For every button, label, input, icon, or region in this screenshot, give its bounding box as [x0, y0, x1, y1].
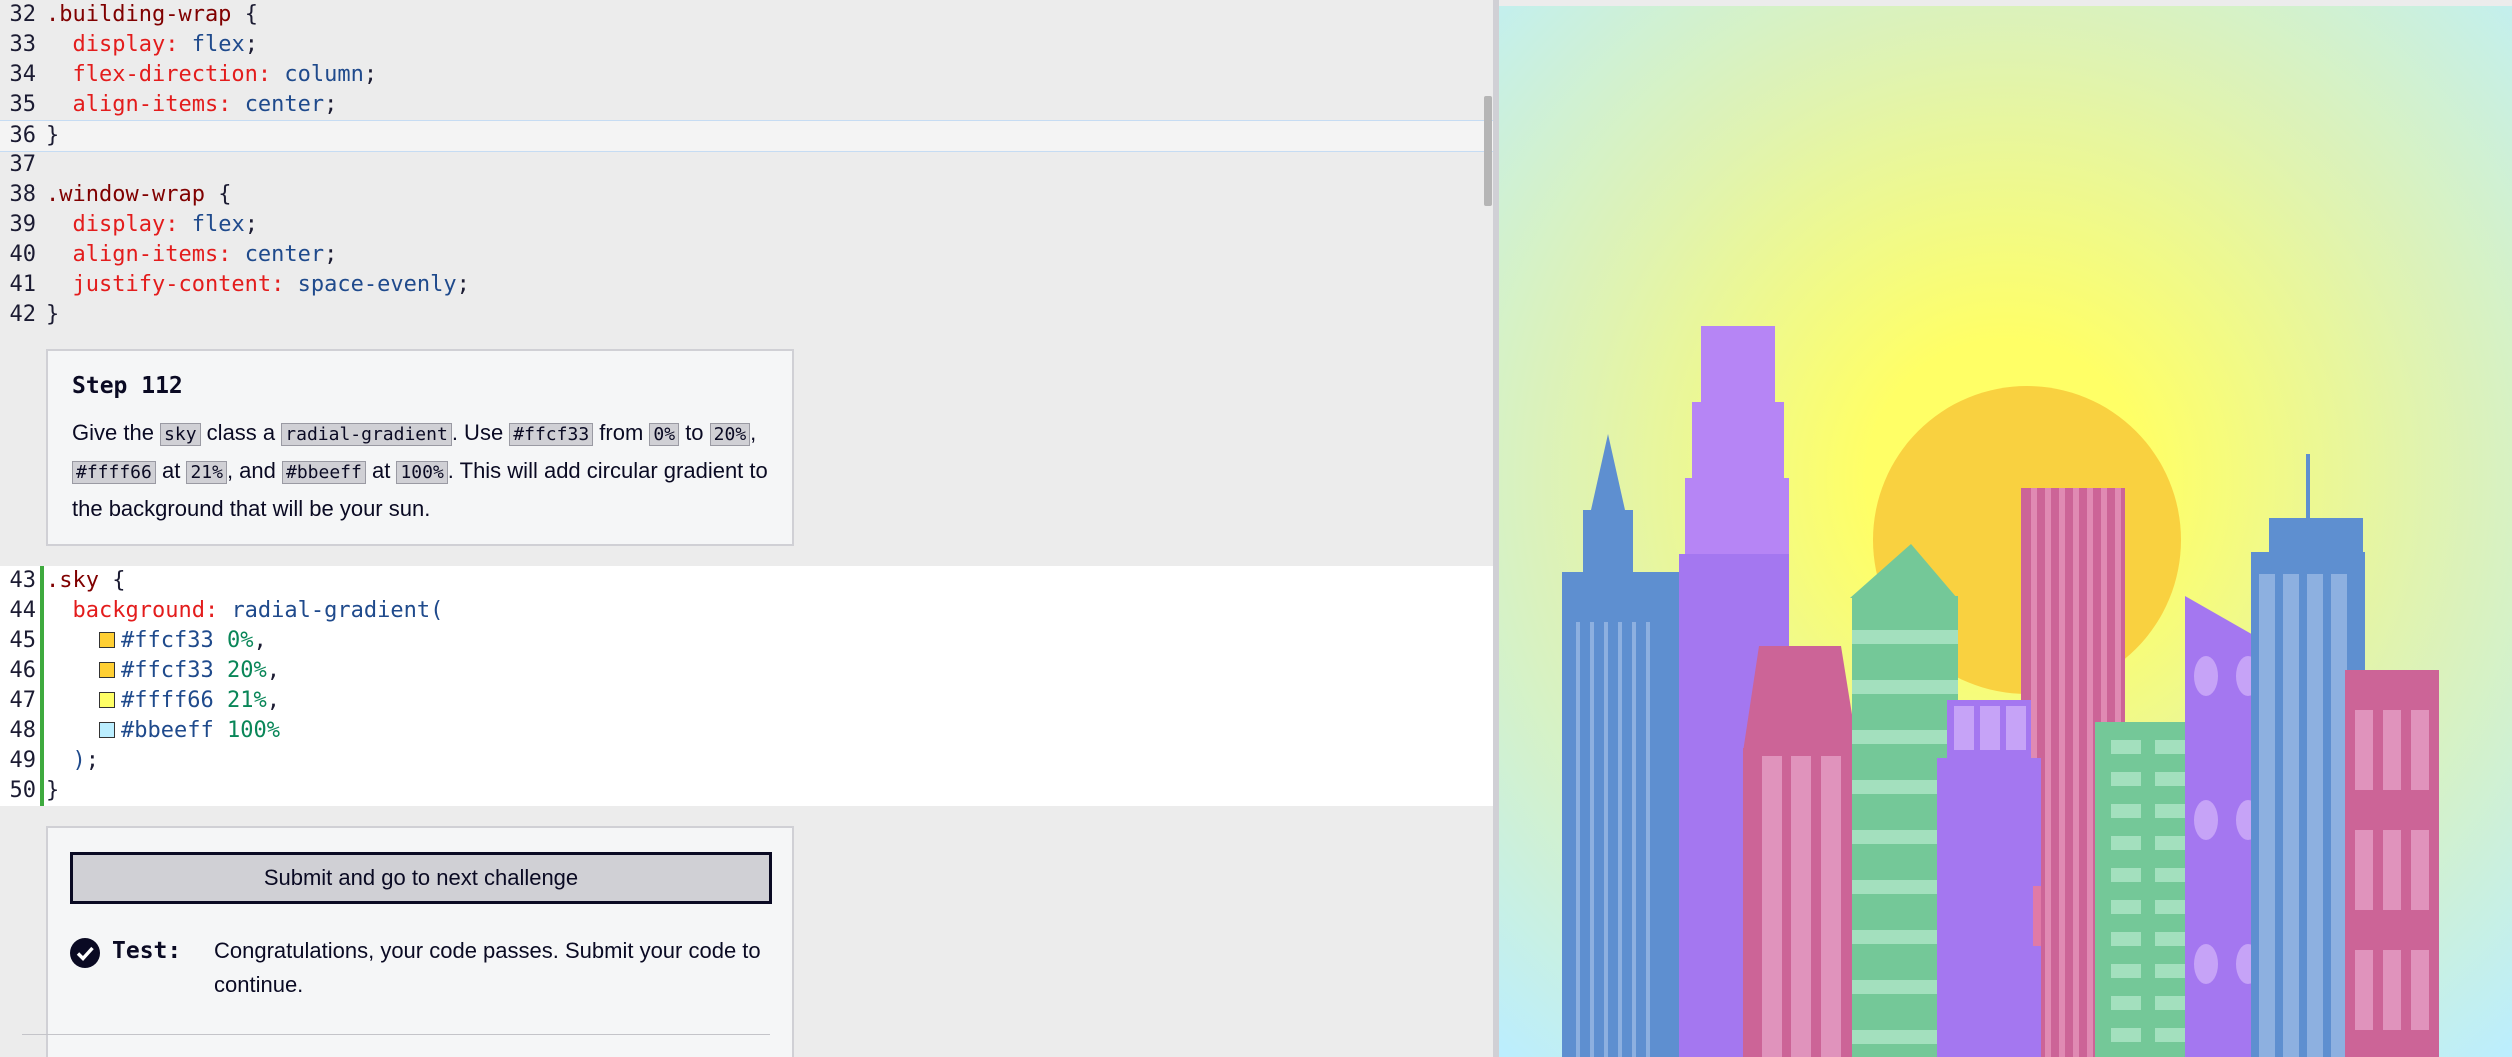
line-number: 37 [9, 152, 37, 177]
code-text[interactable]: #ffff66 21%, [46, 686, 280, 716]
code-line[interactable]: 35 align-items: center; [0, 90, 1493, 120]
antenna [2306, 454, 2310, 526]
inline-code: 100% [396, 461, 448, 484]
color-swatch-icon [98, 692, 115, 708]
line-number: 41 [9, 272, 37, 297]
pink-building-roof [1743, 646, 1858, 752]
code-text[interactable]: #ffcf33 20%, [46, 656, 280, 686]
code-line[interactable]: 47 #ffff66 21%, [0, 686, 1493, 716]
test-panel: Submit and go to next challenge Test: Co… [46, 826, 794, 1057]
code-line[interactable]: 43 .sky { [0, 566, 1493, 596]
step-description: Give the sky class a radial-gradient. Us… [72, 420, 768, 521]
inline-code: radial-gradient [281, 423, 452, 446]
spire-tower-top [1583, 510, 1633, 580]
preview-pane [1499, 6, 2512, 1057]
color-swatch-icon [98, 722, 115, 738]
line-number: 35 [9, 92, 37, 117]
code-text[interactable]: .building-wrap { [46, 0, 258, 30]
inline-code: 20% [709, 423, 751, 446]
code-line[interactable]: 42} [0, 300, 1493, 330]
line-number: 32 [9, 2, 37, 27]
line-number: 42 [9, 302, 37, 327]
line-number: 36 [9, 123, 37, 148]
code-text[interactable]: align-items: center; [46, 90, 337, 120]
code-line[interactable]: 50} [0, 776, 1493, 806]
code-text[interactable]: flex-direction: column; [46, 60, 377, 90]
city-skyline [1562, 326, 2439, 1057]
line-number: 33 [9, 32, 37, 57]
color-swatch-icon [98, 662, 115, 678]
code-text[interactable]: background: radial-gradient( [46, 596, 443, 626]
inline-code: #ffcf33 [509, 423, 594, 446]
line-number: 50 [9, 778, 37, 803]
line-number: 44 [9, 598, 37, 623]
inline-code: sky [160, 423, 201, 446]
check-circle-icon [70, 938, 100, 968]
purple-tower-top [1701, 326, 1775, 406]
code-line[interactable]: 37 [0, 150, 1493, 180]
code-line[interactable]: 32 .building-wrap { [0, 0, 1493, 30]
step-description-panel: Step 112 Give the sky class a radial-gra… [46, 349, 794, 546]
line-number: 39 [9, 212, 37, 237]
line-number: 47 [9, 688, 37, 713]
inline-code: #bbeeff [282, 461, 366, 484]
code-text[interactable]: display: flex; [46, 210, 257, 240]
code-text[interactable]: display: flex; [46, 30, 257, 60]
code-text[interactable]: } [46, 300, 59, 330]
code-line[interactable]: 46 #ffcf33 20%, [0, 656, 1493, 686]
line-number: 46 [9, 658, 37, 683]
line-number: 49 [9, 748, 37, 773]
code-line[interactable]: 33 display: flex; [0, 30, 1493, 60]
line-number: 40 [9, 242, 37, 267]
code-text[interactable]: } [46, 121, 59, 151]
line-number: 38 [9, 182, 37, 207]
editor-scrollbar[interactable] [1484, 96, 1492, 206]
submit-button[interactable]: Submit and go to next challenge [70, 852, 772, 904]
code-line[interactable]: 40 align-items: center; [0, 240, 1493, 270]
step-title: Step 112 [72, 373, 183, 399]
code-text[interactable]: justify-content: space-evenly; [46, 270, 469, 300]
test-message: Congratulations, your code passes. Submi… [214, 938, 761, 997]
line-number: 34 [9, 62, 37, 87]
code-text[interactable]: .window-wrap { [46, 180, 231, 210]
code-line[interactable]: 38 .window-wrap { [0, 180, 1493, 210]
code-line[interactable]: 45 #ffcf33 0%, [0, 626, 1493, 656]
code-text[interactable]: ); [46, 746, 99, 776]
line-number: 43 [9, 568, 37, 593]
code-text[interactable]: #bbeeff 100% [46, 716, 280, 746]
line-number: 45 [9, 628, 37, 653]
inline-code: 21% [186, 461, 227, 484]
code-line[interactable]: 34 flex-direction: column; [0, 60, 1493, 90]
spire-tower-roof [1591, 434, 1625, 510]
line-number: 48 [9, 718, 37, 743]
code-text[interactable]: align-items: center; [46, 240, 337, 270]
code-line[interactable]: 36} [0, 120, 1493, 152]
code-line[interactable]: 44 background: radial-gradient( [0, 596, 1493, 626]
purple-building [1937, 758, 2041, 1057]
code-text[interactable]: .sky { [46, 566, 125, 596]
code-text[interactable]: #ffcf33 0%, [46, 626, 267, 656]
code-line[interactable]: 39 display: flex; [0, 210, 1493, 240]
code-line[interactable]: 41 justify-content: space-evenly; [0, 270, 1493, 300]
color-swatch-icon [98, 632, 115, 648]
divider-line [22, 1034, 770, 1035]
code-editor[interactable]: 32 .building-wrap {33 display: flex; 34 fl… [0, 0, 1493, 1057]
inline-code: 0% [649, 423, 680, 446]
code-line[interactable]: 48 #bbeeff 100% [0, 716, 1493, 746]
green-building-roof [1850, 544, 1957, 598]
test-label: Test: [112, 938, 182, 964]
code-line[interactable]: 49 ); [0, 746, 1493, 776]
inline-code: #ffff66 [72, 461, 156, 484]
code-text[interactable]: } [46, 776, 59, 806]
